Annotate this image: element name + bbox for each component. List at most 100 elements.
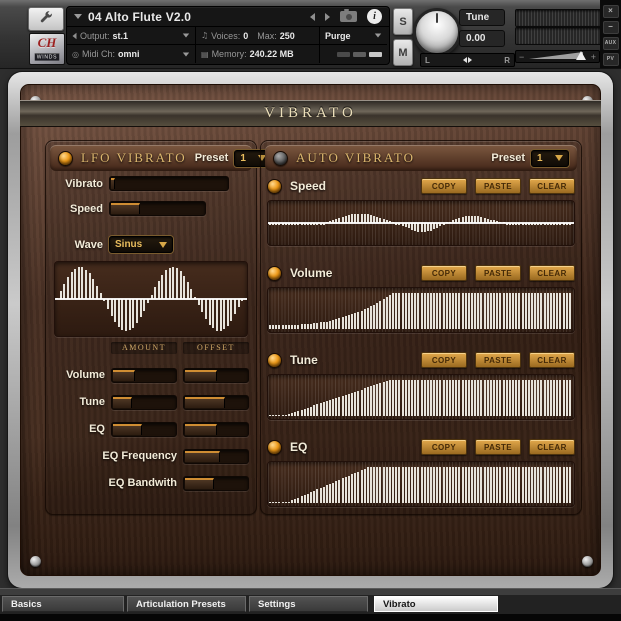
volume-led[interactable] bbox=[267, 266, 282, 281]
tab-settings[interactable]: Settings bbox=[249, 596, 368, 612]
clear-button[interactable]: CLEAR bbox=[529, 439, 575, 455]
table-bar bbox=[357, 472, 359, 503]
table-bar bbox=[487, 467, 489, 503]
table-bar bbox=[522, 467, 524, 503]
table-bar bbox=[503, 293, 505, 329]
volume-wedge bbox=[529, 52, 583, 59]
tune-amount-slider[interactable] bbox=[111, 395, 177, 410]
eq-offset-slider[interactable] bbox=[183, 422, 249, 437]
tune-offset-slider[interactable] bbox=[183, 395, 249, 410]
wave-dropdown[interactable]: Sinus bbox=[109, 236, 173, 253]
table-bar bbox=[297, 325, 299, 329]
table-bar bbox=[176, 268, 178, 299]
vibrato-slider[interactable] bbox=[109, 176, 229, 191]
volume-table[interactable] bbox=[267, 287, 575, 333]
paste-button[interactable]: PASTE bbox=[475, 352, 521, 368]
table-bar bbox=[379, 467, 381, 503]
table-bar bbox=[458, 380, 460, 416]
mute-button[interactable]: M bbox=[393, 39, 413, 66]
midi-dropdown-icon[interactable] bbox=[183, 52, 189, 56]
volume-slider[interactable]: − + bbox=[515, 50, 600, 63]
eq-table[interactable] bbox=[267, 461, 575, 507]
table-bar bbox=[361, 470, 363, 503]
table-bar bbox=[471, 380, 473, 416]
table-bar bbox=[342, 396, 344, 416]
table-bar bbox=[335, 398, 337, 416]
table-bar bbox=[223, 299, 225, 329]
tune-led[interactable] bbox=[267, 353, 282, 368]
clear-button[interactable]: CLEAR bbox=[529, 265, 575, 281]
table-bar bbox=[364, 469, 366, 503]
eq-frequency-offset-slider[interactable] bbox=[183, 449, 249, 464]
table-bar bbox=[294, 325, 296, 329]
volume-offset-slider[interactable] bbox=[183, 368, 249, 383]
table-bar bbox=[506, 380, 508, 416]
volume-handle[interactable] bbox=[576, 51, 586, 60]
eq-led[interactable] bbox=[267, 440, 282, 455]
auto-preset-dropdown[interactable]: 1 bbox=[531, 150, 569, 167]
table-bar bbox=[474, 380, 476, 416]
tune-table[interactable] bbox=[267, 374, 575, 420]
tab-basics[interactable]: Basics bbox=[2, 596, 124, 612]
table-bar bbox=[383, 299, 385, 329]
lfo-speed-slider[interactable] bbox=[109, 201, 206, 216]
auto-power-led[interactable] bbox=[273, 151, 288, 166]
copy-button[interactable]: COPY bbox=[421, 352, 467, 368]
lfo-power-led[interactable] bbox=[58, 151, 73, 166]
tune-value-box[interactable]: 0.00 bbox=[459, 30, 505, 47]
solo-button[interactable]: S bbox=[393, 8, 413, 35]
copy-button[interactable]: COPY bbox=[421, 178, 467, 194]
output-dropdown-icon[interactable] bbox=[183, 34, 189, 38]
edit-instrument-button[interactable] bbox=[28, 7, 64, 31]
copy-button[interactable]: COPY bbox=[421, 439, 467, 455]
table-bar bbox=[140, 299, 142, 317]
snapshot-camera-icon[interactable] bbox=[340, 11, 357, 22]
pan-slider[interactable]: L R bbox=[420, 53, 515, 67]
previous-instrument-icon[interactable] bbox=[310, 13, 315, 21]
paste-button[interactable]: PASTE bbox=[475, 439, 521, 455]
table-bar bbox=[316, 489, 318, 503]
volume-amount-slider[interactable] bbox=[111, 368, 177, 383]
pan-center-handle[interactable] bbox=[463, 57, 472, 63]
speed-table[interactable] bbox=[267, 200, 575, 246]
table-bar bbox=[512, 380, 514, 416]
table-bar bbox=[348, 476, 350, 503]
table-bar bbox=[499, 380, 501, 416]
paste-button[interactable]: PASTE bbox=[475, 178, 521, 194]
eq-bandwith-offset-slider[interactable] bbox=[183, 476, 249, 491]
purge-cell[interactable]: Purge bbox=[320, 27, 387, 45]
purge-dropdown-icon[interactable] bbox=[375, 34, 381, 38]
aux-button[interactable]: AUX bbox=[603, 37, 619, 50]
table-bar bbox=[537, 293, 539, 329]
close-icon[interactable]: × bbox=[603, 5, 619, 18]
output-cell[interactable]: Output: st.1 bbox=[67, 27, 196, 45]
table-bar bbox=[480, 467, 482, 503]
instrument-menu-icon[interactable] bbox=[74, 14, 82, 19]
tab-articulation-presets[interactable]: Articulation Presets bbox=[127, 596, 246, 612]
info-icon[interactable]: i bbox=[367, 9, 382, 24]
table-bar bbox=[361, 311, 363, 329]
table-bar bbox=[376, 467, 378, 503]
eq-amount-slider[interactable] bbox=[111, 422, 177, 437]
table-bar bbox=[433, 380, 435, 416]
paste-button[interactable]: PASTE bbox=[475, 265, 521, 281]
midi-cell[interactable]: ◎ Midi Ch: omni bbox=[67, 45, 196, 63]
table-bar bbox=[499, 293, 501, 329]
pv-button[interactable]: PV bbox=[603, 53, 619, 66]
table-bar bbox=[338, 318, 340, 329]
next-instrument-icon[interactable] bbox=[325, 13, 330, 21]
minimize-icon[interactable]: − bbox=[603, 21, 619, 34]
speed-led[interactable] bbox=[267, 179, 282, 194]
logo-subtext: WINDS bbox=[35, 53, 59, 60]
clear-button[interactable]: CLEAR bbox=[529, 178, 575, 194]
table-bar bbox=[389, 380, 391, 416]
copy-button[interactable]: COPY bbox=[421, 265, 467, 281]
table-bar bbox=[389, 467, 391, 503]
tune-knob[interactable] bbox=[413, 8, 461, 56]
clear-button[interactable]: CLEAR bbox=[529, 352, 575, 368]
tab-vibrato[interactable]: Vibrato bbox=[374, 596, 498, 612]
table-bar bbox=[342, 317, 344, 329]
table-bar bbox=[373, 305, 375, 329]
zero-line bbox=[55, 298, 247, 300]
speed-section-label: Speed bbox=[290, 179, 326, 193]
